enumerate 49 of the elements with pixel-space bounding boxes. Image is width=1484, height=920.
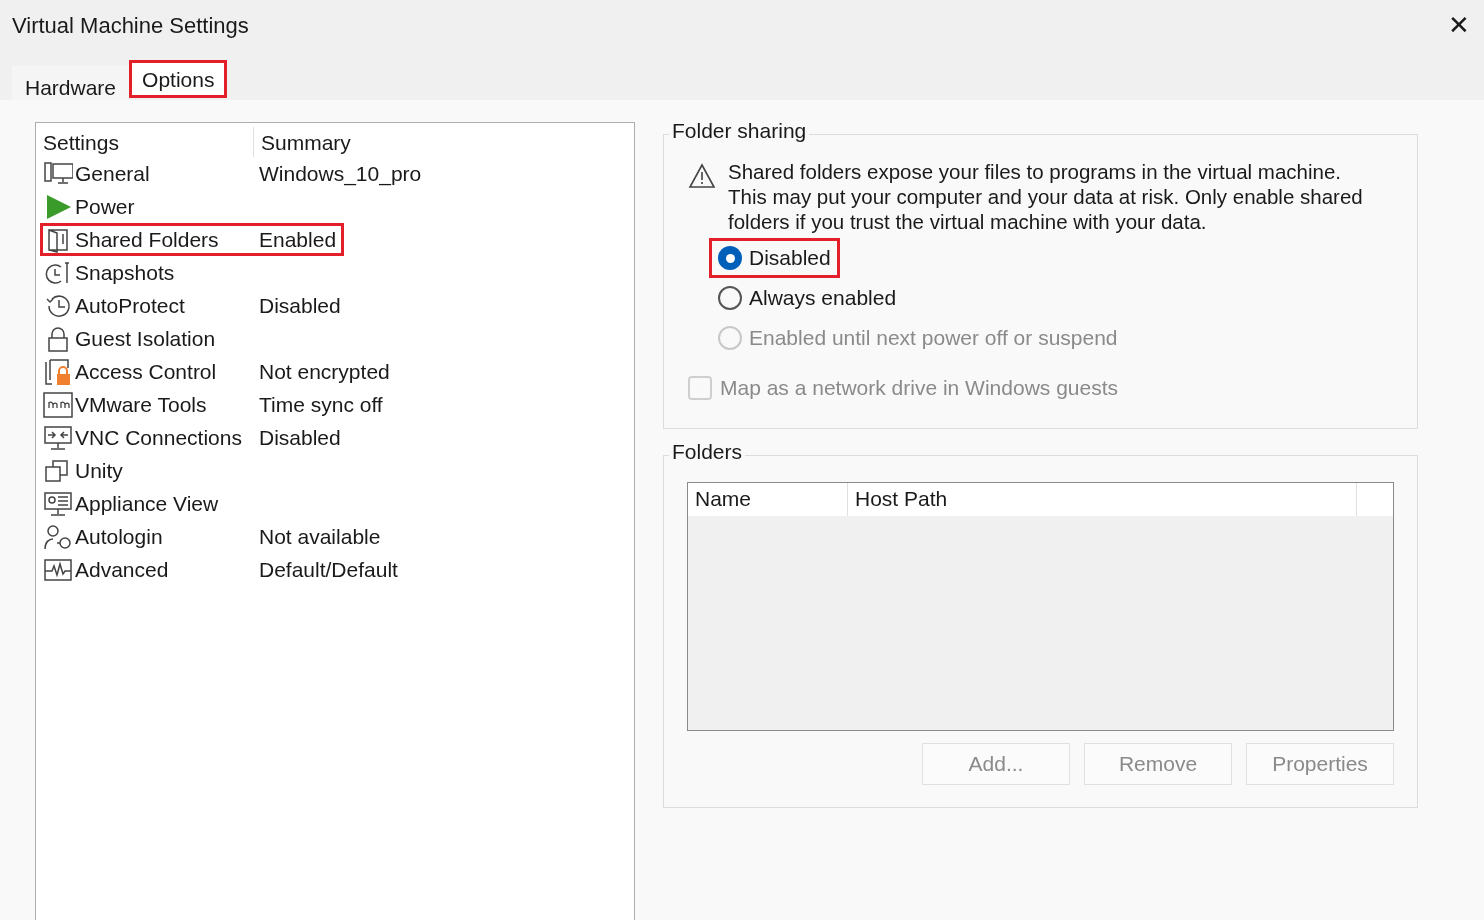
setting-name: AutoProtect	[75, 292, 185, 319]
settings-row[interactable]: VNC Connections Disabled	[43, 421, 341, 454]
column-header[interactable]: Host Path	[848, 482, 1357, 516]
settings-row[interactable]: Power	[43, 190, 253, 223]
column-header[interactable]: Settings	[40, 127, 254, 157]
appliance-icon	[43, 489, 73, 518]
setting-name: VMware Tools	[75, 391, 207, 418]
column-header[interactable]: Name	[688, 482, 848, 516]
setting-name: Advanced	[75, 556, 169, 583]
settings-row[interactable]: Appliance View	[43, 487, 253, 520]
tab[interactable]: Options	[129, 60, 228, 98]
settings-row[interactable]: Snapshots	[43, 256, 253, 289]
setting-summary: Disabled	[258, 292, 341, 319]
settings-row[interactable]: VMware Tools Time sync off	[43, 388, 383, 421]
setting-name: Power	[75, 193, 135, 220]
setting-summary: Default/Default	[258, 556, 398, 583]
setting-name: VNC Connections	[75, 424, 242, 451]
close-button[interactable]: ✕	[1448, 12, 1470, 38]
setting-summary: Not available	[258, 523, 381, 550]
setting-name: Appliance View	[75, 490, 219, 517]
setting-name: Unity	[75, 457, 123, 484]
warning-icon	[688, 163, 716, 189]
radio-option[interactable]: Always enabled	[718, 282, 897, 314]
setting-name: Snapshots	[75, 259, 175, 286]
lock-window-icon	[43, 357, 73, 386]
setting-name: Access Control	[75, 358, 217, 385]
setting-summary: Windows_10_pro	[258, 160, 422, 188]
settings-row[interactable]: Unity	[43, 454, 253, 487]
settings-row[interactable]: General Windows_10_pro	[43, 157, 422, 190]
setting-summary: Disabled	[258, 424, 341, 451]
settings-row[interactable]: Advanced Default/Default	[43, 553, 398, 586]
radio-option[interactable]: Disabled	[718, 242, 831, 274]
window-title: Virtual Machine Settings	[12, 11, 249, 40]
setting-name: Autologin	[75, 523, 163, 550]
setting-name: General	[75, 160, 150, 187]
settings-row[interactable]: AutoProtect Disabled	[43, 289, 341, 322]
settings-row[interactable]: Guest Isolation	[43, 322, 253, 355]
setting-summary: Enabled	[258, 226, 337, 253]
tab[interactable]: Hardware	[12, 66, 130, 100]
settings-row[interactable]: Autologin Not available	[43, 520, 381, 553]
setting-name: Shared Folders	[75, 226, 219, 253]
column-header[interactable]: Summary	[254, 127, 351, 157]
settings-row[interactable]: Access Control Not encrypted	[43, 355, 390, 388]
settings-row[interactable]: Shared Folders Enabled	[43, 223, 337, 256]
setting-summary: Not encrypted	[258, 358, 390, 385]
setting-summary: Time sync off	[258, 391, 383, 418]
network-arrows-icon	[43, 423, 73, 452]
setting-name: Guest Isolation	[75, 325, 216, 352]
warning-text: Shared folders expose your files to programs in the virtual machine. This may put your computer and your data at risk. Only enable shared folders if you trust the virtual machine with your data.	[728, 159, 1364, 234]
